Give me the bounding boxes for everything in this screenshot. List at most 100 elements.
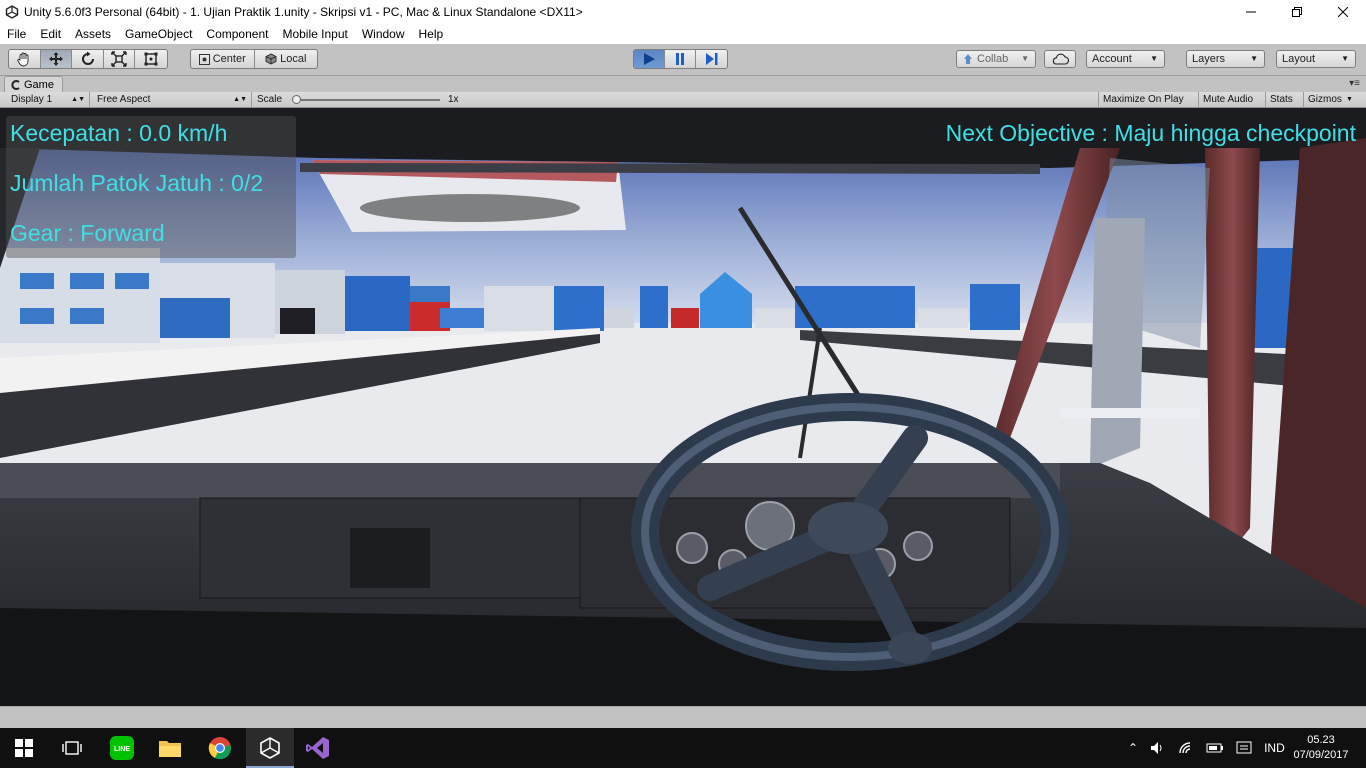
scale-control: Scale 1x [252, 92, 472, 107]
pause-icon [676, 53, 684, 65]
volume-icon[interactable] [1150, 741, 1166, 755]
chrome-button[interactable] [196, 728, 244, 768]
layout-dropdown[interactable]: Layout ▼ [1276, 50, 1356, 68]
step-button[interactable] [696, 50, 727, 68]
clock-date: 07/09/2017 [1293, 749, 1349, 761]
maximize-on-play-toggle[interactable]: Maximize On Play [1098, 92, 1188, 107]
visual-studio-button[interactable] [294, 728, 342, 768]
clock-time: 05.23 [1307, 734, 1335, 746]
layers-caret-icon: ▼ [1250, 54, 1258, 63]
file-explorer-button[interactable] [146, 728, 194, 768]
space-local-button[interactable]: Local [255, 50, 318, 68]
scale-tool-button[interactable] [104, 50, 136, 68]
window-title: Unity 5.6.0f3 Personal (64bit) - 1. Ujia… [24, 5, 583, 19]
menu-assets[interactable]: Assets [68, 27, 118, 41]
restore-button[interactable] [1274, 0, 1320, 24]
account-label: Account [1092, 53, 1132, 65]
menu-help[interactable]: Help [412, 27, 451, 41]
pivot-center-icon [198, 53, 210, 65]
collab-label: Collab [977, 53, 1009, 65]
menu-file[interactable]: File [0, 27, 33, 41]
chrome-icon [208, 737, 231, 760]
aspect-label: Free Aspect [97, 94, 151, 105]
start-button[interactable] [0, 728, 48, 768]
layout-label: Layout [1282, 53, 1316, 65]
stats-label: Stats [1270, 94, 1293, 105]
windows-start-icon [15, 739, 33, 757]
transform-tools [8, 49, 168, 69]
minimize-button[interactable] [1228, 0, 1274, 24]
wifi-icon[interactable] [1178, 741, 1194, 755]
pivot-center-label: Center [212, 53, 246, 65]
game-view[interactable]: Kecepatan : 0.0 km/h Jumlah Patok Jatuh … [0, 108, 1366, 706]
restore-icon [1292, 7, 1302, 17]
stats-toggle[interactable]: Stats [1265, 92, 1297, 107]
move-tool-button[interactable] [40, 50, 73, 68]
menu-component[interactable]: Component [199, 27, 275, 41]
rotate-tool-button[interactable] [72, 50, 104, 68]
rotate-tool-icon [81, 51, 94, 65]
rect-tool-button[interactable] [135, 50, 167, 68]
battery-icon[interactable] [1206, 742, 1224, 754]
menu-mobile-input[interactable]: Mobile Input [275, 27, 354, 41]
move-tool-icon [48, 52, 63, 66]
scale-label: Scale [257, 94, 283, 105]
task-view-icon [62, 741, 82, 755]
step-icon [706, 53, 718, 65]
play-icon [644, 53, 655, 65]
close-icon [1338, 7, 1348, 17]
game-tab-label: Game [24, 78, 54, 91]
menu-gameobject[interactable]: GameObject [118, 27, 199, 41]
pivot-center-button[interactable]: Center [191, 50, 255, 68]
account-dropdown[interactable]: Account ▼ [1086, 50, 1165, 68]
fallen-poles-counter: Jumlah Patok Jatuh : 0/2 [10, 170, 264, 196]
aspect-caret-icon: ▲▼ [233, 96, 247, 103]
hand-tool-button[interactable] [9, 50, 41, 68]
visual-studio-icon [306, 737, 329, 759]
mute-audio-toggle[interactable]: Mute Audio [1198, 92, 1257, 107]
hand-tool-icon [17, 52, 29, 67]
show-hidden-icons-icon[interactable]: ⌃ [1128, 741, 1138, 755]
unity-taskbar-button[interactable] [246, 728, 294, 768]
pivot-toggles: Center Local [190, 49, 318, 69]
close-button[interactable] [1320, 0, 1366, 24]
main-toolbar: Center Local Collab ▼ Account ▼ Layers ▼… [0, 44, 1366, 76]
gizmos-label: Gizmos [1308, 94, 1342, 105]
pause-button[interactable] [665, 50, 696, 68]
aspect-dropdown[interactable]: Free Aspect ▲▼ [92, 92, 252, 107]
task-view-button[interactable] [48, 728, 96, 768]
next-objective: Next Objective : Maju hingga checkpoint [945, 120, 1356, 146]
services-button[interactable] [1044, 50, 1076, 68]
notification-icon[interactable] [1236, 741, 1252, 755]
svg-text:LINE: LINE [114, 746, 130, 753]
menu-edit[interactable]: Edit [33, 27, 68, 41]
display-dropdown[interactable]: Display 1 ▲▼ [6, 92, 90, 107]
game-view-toolbar: Display 1 ▲▼ Free Aspect ▲▼ Scale 1x Max… [0, 92, 1366, 108]
menu-bar: File Edit Assets GameObject Component Mo… [0, 24, 1366, 44]
collab-dropdown[interactable]: Collab ▼ [956, 50, 1036, 68]
menu-window[interactable]: Window [355, 27, 412, 41]
scale-value: 1x [448, 94, 459, 105]
game-tab-icon [11, 79, 20, 90]
tab-menu-icon[interactable]: ▾≡ [1349, 78, 1360, 89]
account-caret-icon: ▼ [1150, 54, 1158, 63]
rect-tool-icon [144, 52, 158, 66]
unity-icon [260, 737, 280, 759]
unity-logo-icon [4, 4, 20, 20]
clock[interactable]: 05.23 07/09/2017 [1286, 728, 1356, 768]
play-controls [633, 49, 728, 69]
status-bar [0, 706, 1366, 728]
tab-game[interactable]: Game [4, 76, 63, 92]
title-bar: Unity 5.6.0f3 Personal (64bit) - 1. Ujia… [0, 0, 1366, 24]
layers-dropdown[interactable]: Layers ▼ [1186, 50, 1265, 68]
scale-slider-track[interactable] [294, 99, 440, 101]
scale-slider-handle[interactable] [292, 95, 301, 104]
gizmos-caret-icon: ▼ [1345, 96, 1353, 103]
layout-caret-icon: ▼ [1341, 54, 1349, 63]
line-app-button[interactable]: LINE [98, 728, 146, 768]
gizmos-dropdown[interactable]: Gizmos ▼ [1303, 92, 1356, 107]
language-indicator[interactable]: IND [1264, 741, 1285, 755]
scale-tool-icon [111, 51, 127, 67]
mute-audio-label: Mute Audio [1203, 94, 1254, 105]
play-button[interactable] [634, 50, 665, 68]
